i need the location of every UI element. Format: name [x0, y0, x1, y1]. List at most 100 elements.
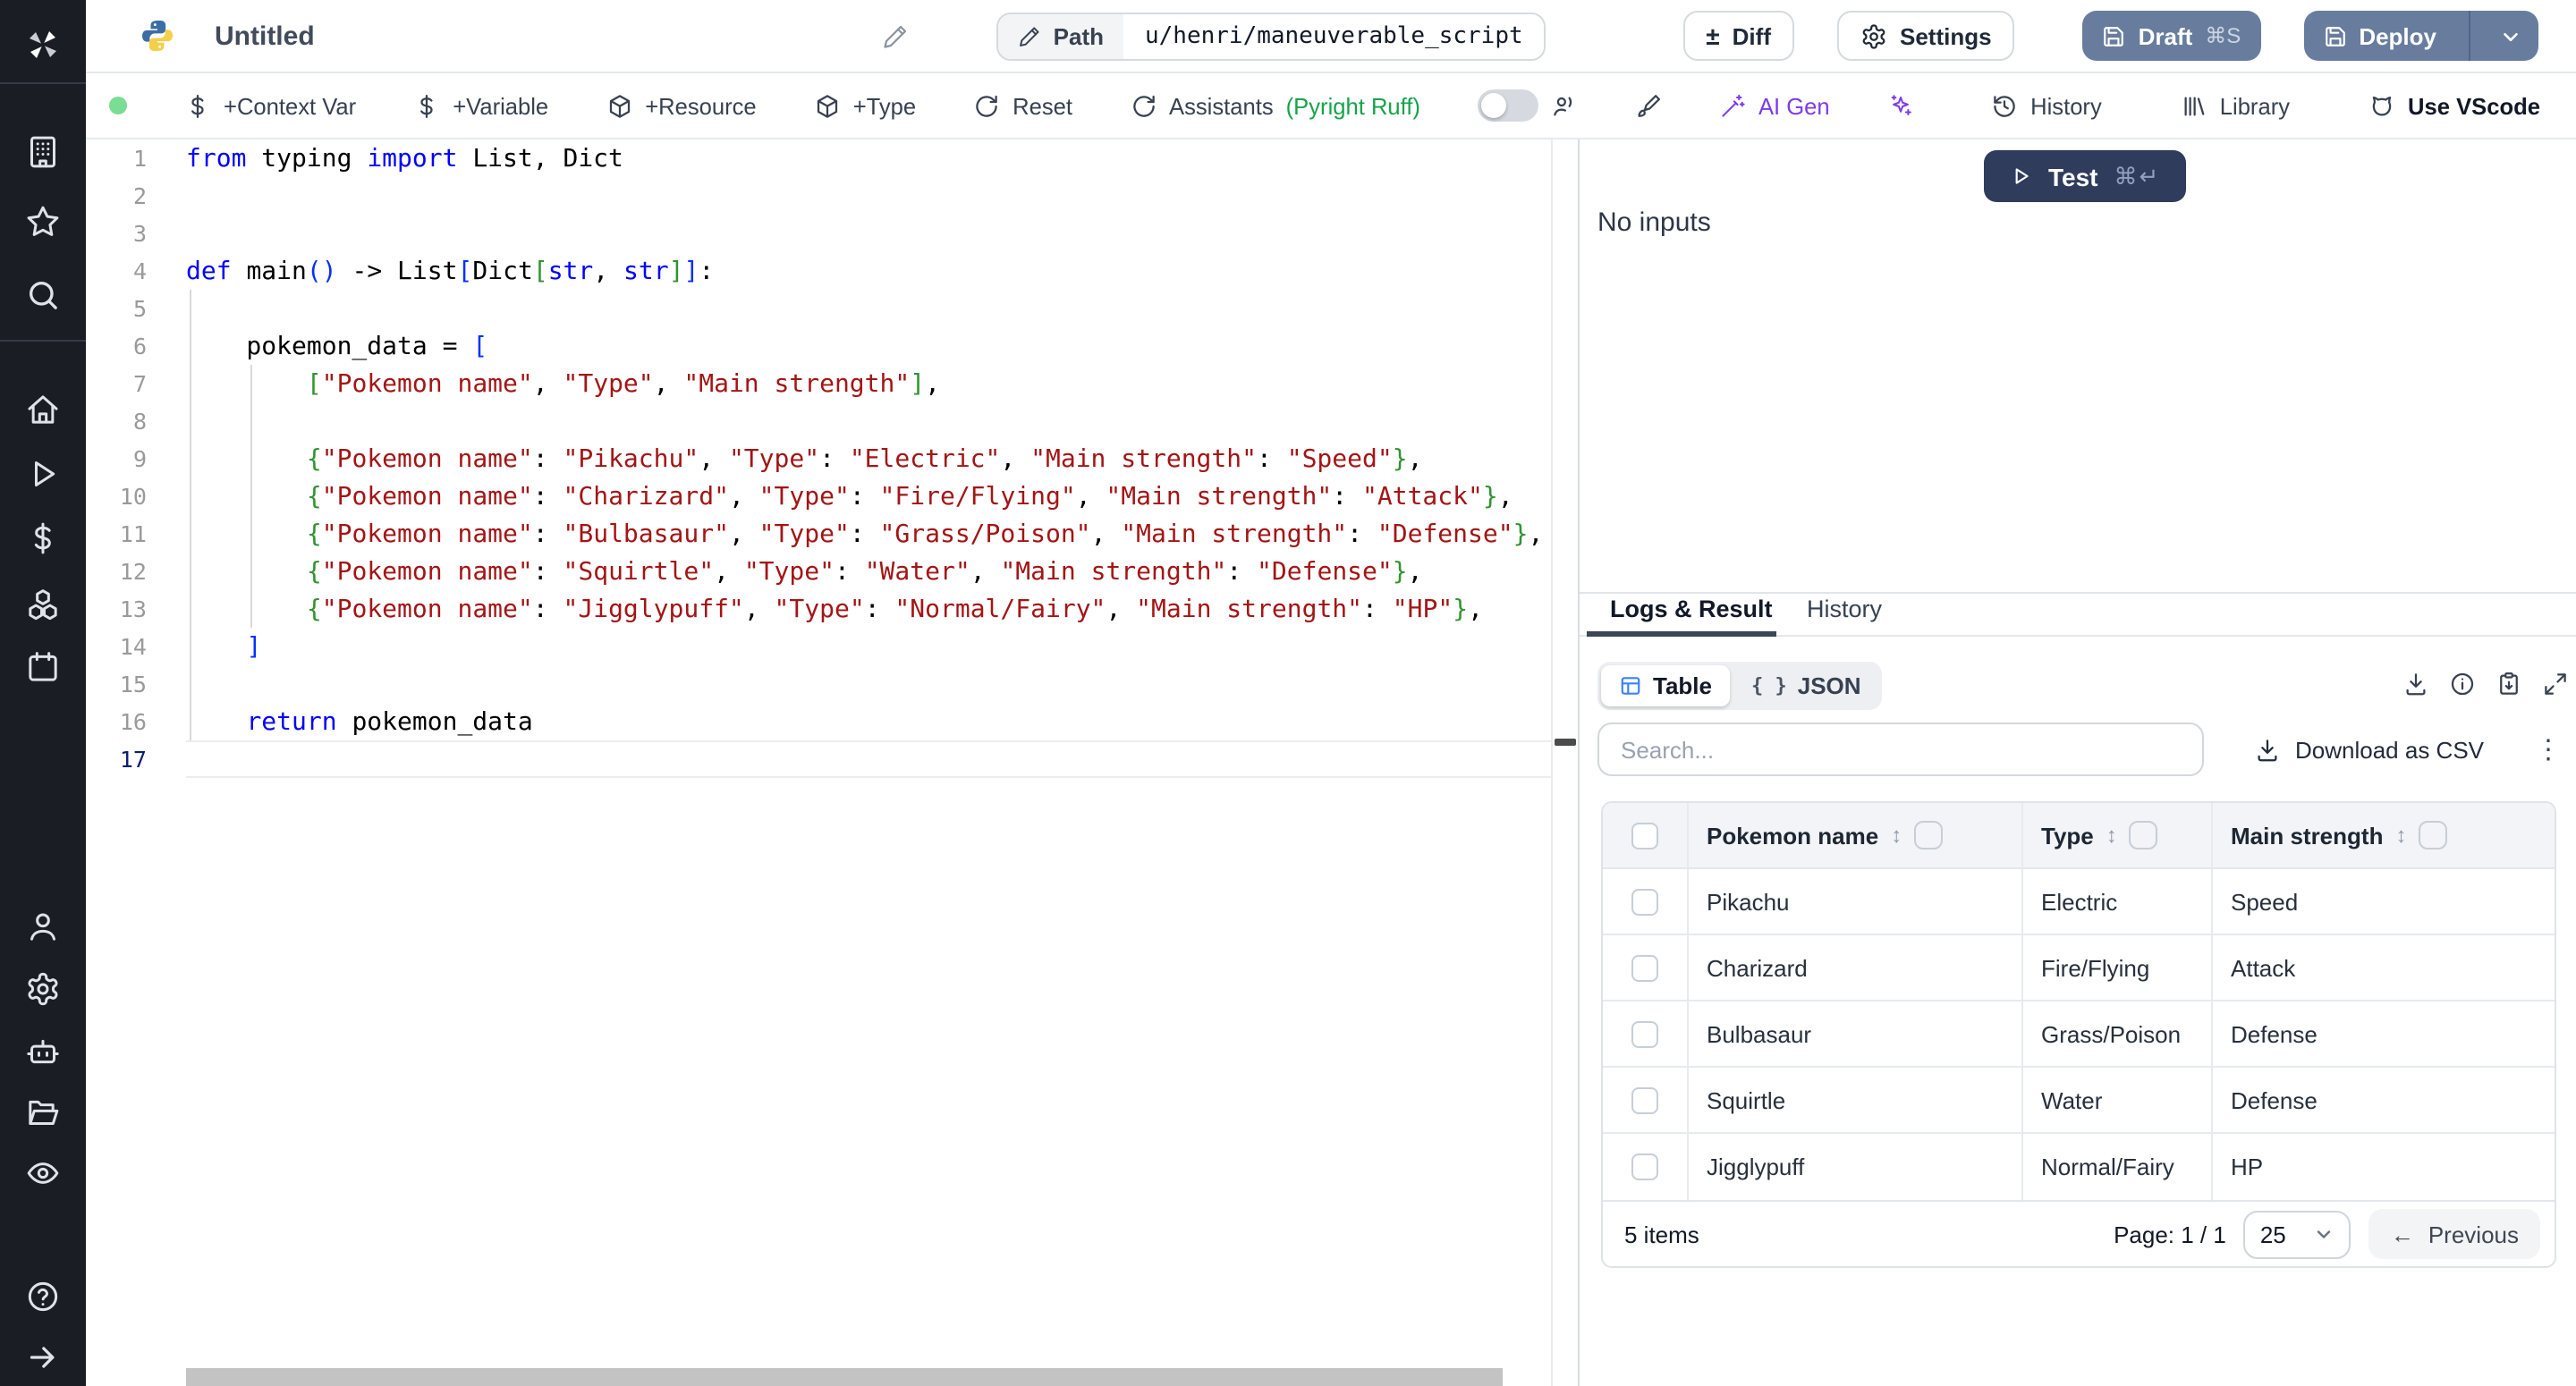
- search-input[interactable]: [1597, 723, 2204, 776]
- code-line-1[interactable]: 1from typing import List, Dict: [86, 139, 1551, 177]
- code-line-4[interactable]: 4def main() -> List[Dict[str, str]]:: [86, 252, 1551, 290]
- items-count: 5 items: [1624, 1221, 1699, 1247]
- code-line-13[interactable]: 13 {"Pokemon name": "Jigglypuff", "Type"…: [86, 590, 1551, 628]
- add-context-var-button[interactable]: +Context Var: [184, 92, 356, 119]
- path-control[interactable]: Path u/henri/maneuverable_script: [996, 12, 1546, 60]
- sidebar-item-audit-logs[interactable]: [0, 1145, 86, 1202]
- tab-logs-result[interactable]: Logs & Result: [1610, 596, 1773, 622]
- code-line-14[interactable]: 14 ]: [86, 628, 1551, 665]
- info-icon[interactable]: [2449, 671, 2476, 697]
- code-line-10[interactable]: 10 {"Pokemon name": "Charizard", "Type":…: [86, 477, 1551, 515]
- sidebar-item-variables[interactable]: [0, 510, 86, 567]
- sort-icon[interactable]: ↕: [1891, 823, 1902, 848]
- sidebar-item-home[interactable]: [0, 381, 86, 438]
- language-status-dot: [109, 97, 127, 114]
- view-json-button[interactable]: { } JSON: [1733, 665, 1879, 706]
- code-line-9[interactable]: 9 {"Pokemon name": "Pikachu", "Type": "E…: [86, 440, 1551, 477]
- row-checkbox[interactable]: [1631, 1020, 1658, 1047]
- sort-icon[interactable]: ↕: [2395, 823, 2406, 848]
- settings-button[interactable]: Settings: [1837, 11, 2015, 61]
- add-resource-button[interactable]: +Resource: [606, 92, 757, 119]
- code-line-8[interactable]: 8: [86, 402, 1551, 440]
- table-cell: Fire/Flying: [2021, 935, 2211, 1000]
- column-filter-control[interactable]: [1914, 821, 1943, 849]
- use-vscode-button[interactable]: Use VScode: [2368, 92, 2540, 119]
- sidebar-item-runs[interactable]: [0, 445, 86, 503]
- multiplayer-toggle[interactable]: [1478, 89, 1538, 122]
- table-options-kebab-icon[interactable]: ⋮: [2524, 728, 2556, 771]
- sidebar-item-favorites[interactable]: [0, 193, 86, 250]
- sidebar-item-help[interactable]: [0, 1268, 86, 1325]
- sidebar-item-workspace[interactable]: [0, 123, 86, 181]
- sidebar-item-windmill-logo[interactable]: [0, 16, 86, 73]
- deploy-divider: [2469, 11, 2470, 61]
- sort-icon[interactable]: ↕: [2106, 823, 2117, 848]
- line-number: 5: [86, 290, 186, 327]
- multiplayer-icon[interactable]: [1551, 92, 1578, 119]
- test-button[interactable]: Test ⌘↵: [1984, 150, 2185, 202]
- column-filter-control[interactable]: [2419, 821, 2447, 849]
- history-button[interactable]: History: [1991, 92, 2102, 119]
- ai-gen-button[interactable]: AI Gen: [1719, 92, 1830, 119]
- previous-page-button[interactable]: ← Previous: [2369, 1209, 2540, 1259]
- rotate-icon: [973, 92, 1000, 119]
- line-number: 14: [86, 628, 186, 665]
- column-filter-control[interactable]: [2130, 821, 2158, 849]
- copy-result-icon[interactable]: [2496, 671, 2522, 697]
- diff-button[interactable]: ± Diff: [1682, 11, 1794, 61]
- code-line-15[interactable]: 15: [86, 665, 1551, 703]
- ai-sparkles-button[interactable]: [1887, 92, 1914, 119]
- column-header: Type↕: [2021, 803, 2211, 867]
- line-content: {"Pokemon name": "Squirtle", "Type": "Wa…: [186, 553, 1551, 590]
- sidebar-divider: [0, 82, 86, 84]
- row-checkbox[interactable]: [1631, 1086, 1658, 1113]
- sidebar-item-search[interactable]: [0, 266, 86, 324]
- horizontal-scrollbar[interactable]: [186, 1368, 1503, 1386]
- page-size-select[interactable]: 25: [2244, 1210, 2351, 1258]
- add-type-button[interactable]: +Type: [814, 92, 916, 119]
- code-line-16[interactable]: 16 return pokemon_data: [86, 703, 1551, 740]
- sidebar-item-resources[interactable]: [0, 576, 86, 633]
- draft-button[interactable]: Draft ⌘S: [2083, 11, 2261, 61]
- save-icon: [2323, 24, 2346, 47]
- row-checkbox[interactable]: [1631, 888, 1658, 915]
- tab-history[interactable]: History: [1807, 596, 1882, 622]
- view-table-button[interactable]: Table: [1601, 665, 1730, 706]
- code-line-5[interactable]: 5: [86, 290, 1551, 327]
- pane-splitter-handle[interactable]: [1555, 739, 1576, 746]
- library-button[interactable]: Library: [2181, 92, 2290, 119]
- download-csv-button[interactable]: Download as CSV: [2243, 728, 2495, 771]
- code-line-17[interactable]: 17: [86, 740, 1551, 778]
- add-variable-button[interactable]: +Variable: [413, 92, 548, 119]
- sidebar-item-settings[interactable]: [0, 960, 86, 1018]
- select-all-checkbox[interactable]: [1631, 822, 1658, 849]
- row-checkbox[interactable]: [1631, 954, 1658, 981]
- column-header: Main strength↕: [2211, 803, 2555, 867]
- sidebar-item-workers[interactable]: [0, 1023, 86, 1080]
- code-line-2[interactable]: 2: [86, 177, 1551, 215]
- table-cell: Defense: [2211, 1001, 2555, 1066]
- sidebar-item-expand-sidebar[interactable]: [0, 1329, 86, 1386]
- assistants-button[interactable]: Assistants(Pyright Ruff): [1130, 92, 1420, 119]
- code-line-6[interactable]: 6 pokemon_data = [: [86, 327, 1551, 365]
- reset-button[interactable]: Reset: [973, 92, 1072, 119]
- code-line-3[interactable]: 3: [86, 215, 1551, 252]
- sidebar-item-folders[interactable]: [0, 1084, 86, 1141]
- code-line-12[interactable]: 12 {"Pokemon name": "Squirtle", "Type": …: [86, 553, 1551, 590]
- edit-title-pencil-icon[interactable]: [882, 22, 909, 49]
- user-icon: [25, 909, 61, 944]
- line-content: return pokemon_data: [186, 703, 1551, 740]
- sidebar-item-users[interactable]: [0, 898, 86, 955]
- deploy-button[interactable]: Deploy: [2303, 11, 2538, 61]
- code-line-7[interactable]: 7 ["Pokemon name", "Type", "Main strengt…: [86, 365, 1551, 402]
- download-result-icon[interactable]: [2402, 671, 2429, 697]
- expand-result-icon[interactable]: [2542, 671, 2569, 697]
- code-editor[interactable]: 1from typing import List, Dict234def mai…: [86, 139, 1553, 1386]
- vscode-icon: [2368, 92, 2395, 119]
- format-brush-button[interactable]: [1635, 92, 1662, 119]
- code-line-11[interactable]: 11 {"Pokemon name": "Bulbasaur", "Type":…: [86, 515, 1551, 553]
- deploy-options-chevron[interactable]: [2483, 11, 2538, 61]
- sidebar-item-schedules[interactable]: [0, 638, 86, 696]
- row-checkbox[interactable]: [1631, 1154, 1658, 1180]
- plus-minus-icon: ±: [1706, 23, 1719, 48]
